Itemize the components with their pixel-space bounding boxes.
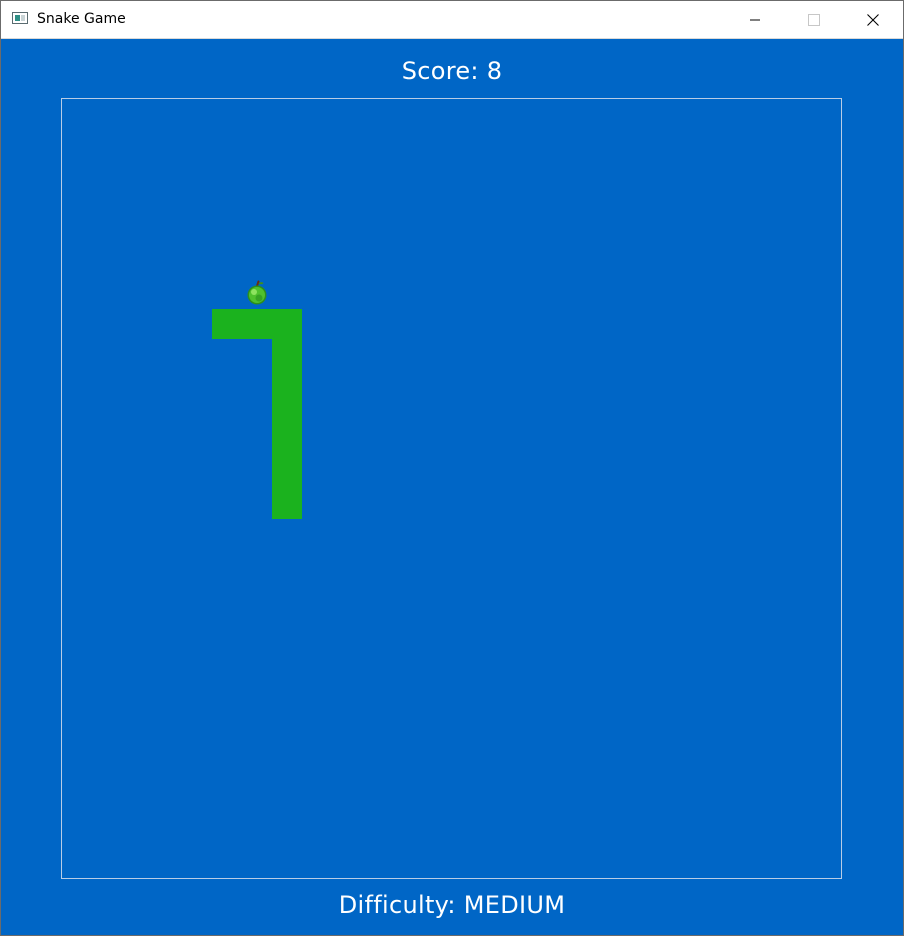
game-area[interactable]: Score: 8 Difficulty: MEDIUM: [1, 39, 903, 935]
difficulty-label: Difficulty: MEDIUM: [338, 891, 566, 919]
app-icon-pane-right: [21, 15, 25, 21]
game-window: Snake Game Score: 8 Difficulty: MEDIUM: [0, 0, 904, 936]
apple-icon: [247, 280, 267, 305]
game-board[interactable]: [61, 98, 842, 879]
app-icon-pane-left: [15, 15, 20, 21]
window-app-icon[interactable]: [12, 12, 28, 24]
minimize-button[interactable]: [732, 1, 778, 38]
maximize-button[interactable]: [791, 1, 837, 38]
title-bar[interactable]: Snake Game: [1, 1, 903, 39]
minimize-icon: [750, 19, 760, 20]
maximize-icon: [808, 13, 820, 26]
close-icon: [867, 13, 879, 26]
close-button[interactable]: [850, 1, 896, 38]
window-title: Snake Game: [37, 11, 126, 27]
snake-body-segment: [272, 309, 302, 519]
score-label: Score: 8: [401, 57, 503, 85]
